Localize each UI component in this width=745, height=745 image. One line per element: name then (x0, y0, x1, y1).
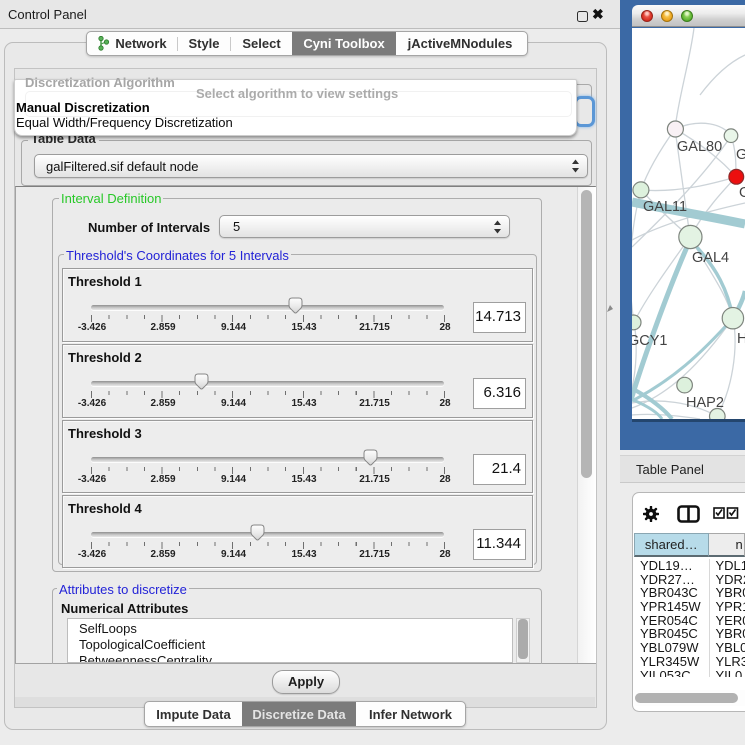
svg-text:GCY1: GCY1 (632, 333, 668, 349)
svg-text:GAL11: GAL11 (643, 199, 687, 215)
svg-text:GAL4: GAL4 (692, 250, 729, 266)
svg-text:GA: GA (736, 147, 745, 163)
svg-text:HAP2: HAP2 (686, 395, 724, 411)
svg-text:GAL80: GAL80 (677, 139, 722, 155)
svg-text:G: G (739, 185, 745, 201)
svg-text:H: H (737, 331, 745, 347)
